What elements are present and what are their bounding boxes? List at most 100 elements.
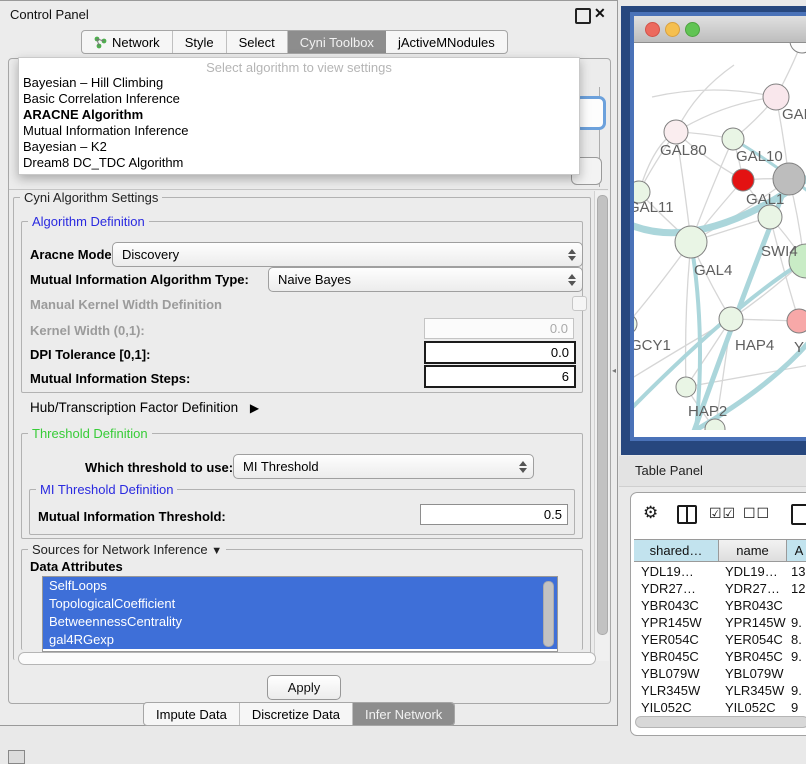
mi-threshold-label: Mutual Information Threshold: (38, 509, 226, 524)
tab-style[interactable]: Style (173, 31, 227, 53)
which-threshold-label: Which threshold to use: (85, 460, 233, 475)
table-panel-box: ⚙ ☑☑ ☐☐ shared… name A YDL19… YDL19… 13 … (630, 492, 806, 736)
column-header-name[interactable]: name (719, 539, 787, 562)
node-gal10[interactable] (722, 128, 744, 150)
tab-impute-data[interactable]: Impute Data (144, 703, 240, 725)
combo-stepper-icon (519, 461, 527, 473)
table-row[interactable]: YBR045C YBR045C 9. (634, 648, 806, 665)
table-row[interactable]: YDR27… YDR27… 12 (634, 580, 806, 597)
node-gcy1[interactable] (634, 314, 637, 334)
dropdown-item-basic-correlation[interactable]: Basic Correlation Inference (19, 91, 579, 107)
which-threshold-value: MI Threshold (243, 459, 319, 474)
tab-infer-network[interactable]: Infer Network (353, 703, 454, 725)
algorithm-dropdown-popup: Select algorithm to view settings Bayesi… (18, 57, 580, 175)
table-hscrollbar-thumb[interactable] (635, 716, 806, 728)
data-attributes-label: Data Attributes (30, 559, 123, 574)
float-window-icon[interactable] (575, 8, 591, 24)
control-panel-title: Control Panel (10, 7, 89, 22)
which-threshold-combobox[interactable]: MI Threshold (233, 454, 534, 479)
list-item[interactable]: gal4RGexp (43, 631, 557, 649)
table-row[interactable]: YIL052C YIL052C 9 (634, 699, 806, 712)
column-layout-icon[interactable] (677, 505, 697, 524)
node-gal4[interactable] (675, 226, 707, 258)
network-window-titlebar[interactable] (634, 16, 806, 43)
node-label: SWI4 (761, 243, 798, 260)
select-all-checkbox-icon[interactable]: ☑☑ (709, 505, 736, 522)
mi-steps-field[interactable] (424, 365, 576, 388)
cyni-bottom-tabbar: Impute Data Discretize Data Infer Networ… (143, 702, 455, 726)
node-red[interactable] (732, 169, 754, 191)
tab-cyni-toolbox[interactable]: Cyni Toolbox (288, 31, 386, 53)
cyni-settings-legend: Cyni Algorithm Settings (20, 190, 162, 205)
node-hap2[interactable] (676, 377, 696, 397)
table-row[interactable]: YLR345W YLR345W 9. (634, 682, 806, 699)
network-tab-icon (94, 36, 107, 49)
dropdown-item-mutual-information[interactable]: Mutual Information Inference (19, 123, 579, 139)
manual-kernel-width-checkbox (572, 296, 587, 311)
close-traffic-light[interactable] (645, 22, 660, 37)
tab-discretize-data[interactable]: Discretize Data (240, 703, 353, 725)
node-gal80[interactable] (664, 120, 688, 144)
dpi-tolerance-label: DPI Tolerance [0,1]: (30, 347, 150, 362)
tab-select[interactable]: Select (227, 31, 288, 53)
deselect-all-checkbox-icon[interactable]: ☐☐ (743, 505, 770, 522)
node-gal1[interactable] (758, 205, 782, 229)
sources-legend: Sources for Network Inference ▼ (28, 542, 226, 557)
network-canvas[interactable]: GAL GAL80 GAL10 GAL1 GAL11 SWI4 GAL4 GCY… (634, 43, 806, 437)
table-row[interactable]: YBR043C YBR043C (634, 597, 806, 614)
threshold-definition-legend: Threshold Definition (28, 426, 152, 441)
list-item[interactable]: SelfLoops (43, 577, 557, 595)
mi-algorithm-type-value: Naive Bayes (278, 272, 351, 287)
data-attributes-list[interactable]: SelfLoops TopologicalCoefficient Between… (42, 576, 558, 652)
node-salmon[interactable] (787, 309, 806, 333)
column-header-shared-name[interactable]: shared… (634, 539, 719, 562)
combo-stepper-icon (568, 274, 576, 286)
chevron-down-icon[interactable]: ▼ (211, 545, 222, 557)
control-panel-tabbar: Network Style Select Cyni Toolbox jActiv… (81, 30, 508, 54)
network-graph[interactable]: GAL GAL80 GAL10 GAL1 GAL11 SWI4 GAL4 GCY… (634, 43, 806, 430)
tab-network-label: Network (112, 35, 160, 50)
node-hap4[interactable] (719, 307, 743, 331)
node-label: GAL1 (746, 191, 784, 208)
new-table-icon[interactable] (791, 504, 806, 525)
list-item[interactable]: BetweennessCentrality (43, 613, 557, 631)
close-icon[interactable]: ✕ (594, 5, 606, 22)
dpi-tolerance-field[interactable] (424, 341, 576, 364)
list-item[interactable]: TopologicalCoefficient (43, 595, 557, 613)
table-panel-header: Table Panel (619, 456, 806, 487)
settings-scrollbar-thumb[interactable] (597, 195, 608, 635)
tab-network[interactable]: Network (82, 31, 173, 53)
list-scrollbar-thumb[interactable] (543, 581, 554, 647)
dropdown-item-bayesian-k2[interactable]: Bayesian – K2 (19, 139, 579, 155)
aracne-mode-combobox[interactable]: Discovery (112, 242, 583, 267)
table-row[interactable]: YBL079W YBL079W (634, 665, 806, 682)
node-label: GAL11 (634, 199, 674, 216)
dropdown-prompt: Select algorithm to view settings (19, 58, 579, 75)
minimize-traffic-light[interactable] (665, 22, 680, 37)
panel-divider-collapse-icon[interactable]: ◂ (612, 366, 616, 375)
table-row[interactable]: YDL19… YDL19… 13 (634, 563, 806, 580)
mi-algorithm-type-combobox[interactable]: Naive Bayes (268, 267, 583, 292)
column-header-partial[interactable]: A (787, 539, 806, 562)
aracne-mode-value: Discovery (122, 247, 179, 262)
settings-scrollbar-track[interactable] (594, 191, 609, 661)
tab-jactivemnodules[interactable]: jActiveMNodules (386, 31, 507, 53)
hub-definition-toggle[interactable]: Hub/Transcription Factor Definition ▶ (30, 400, 259, 415)
zoom-traffic-light[interactable] (685, 22, 700, 37)
mi-threshold-field[interactable] (420, 504, 568, 525)
aracne-mode-label: Aracne Mode: (30, 247, 116, 262)
table-panel-title: Table Panel (635, 463, 703, 478)
manual-kernel-width-label: Manual Kernel Width Definition (30, 297, 222, 312)
settings-hscrollbar-thumb[interactable] (18, 652, 596, 665)
table-row[interactable]: YER054C YER054C 8. (634, 631, 806, 648)
mi-steps-label: Mutual Information Steps: (30, 371, 190, 386)
dropdown-item-bayesian-hill-climbing[interactable]: Bayesian – Hill Climbing (19, 75, 579, 91)
apply-button[interactable]: Apply (267, 675, 341, 700)
table-row[interactable]: YPR145W YPR145W 9. (634, 614, 806, 631)
gear-icon[interactable]: ⚙ (643, 503, 658, 523)
chevron-right-icon: ▶ (250, 401, 259, 415)
node-top-partial[interactable] (790, 43, 806, 53)
node-label: HAP4 (735, 337, 774, 354)
dropdown-item-dream8[interactable]: Dream8 DC_TDC Algorithm (19, 155, 579, 171)
dropdown-item-aracne[interactable]: ARACNE Algorithm (19, 107, 579, 123)
